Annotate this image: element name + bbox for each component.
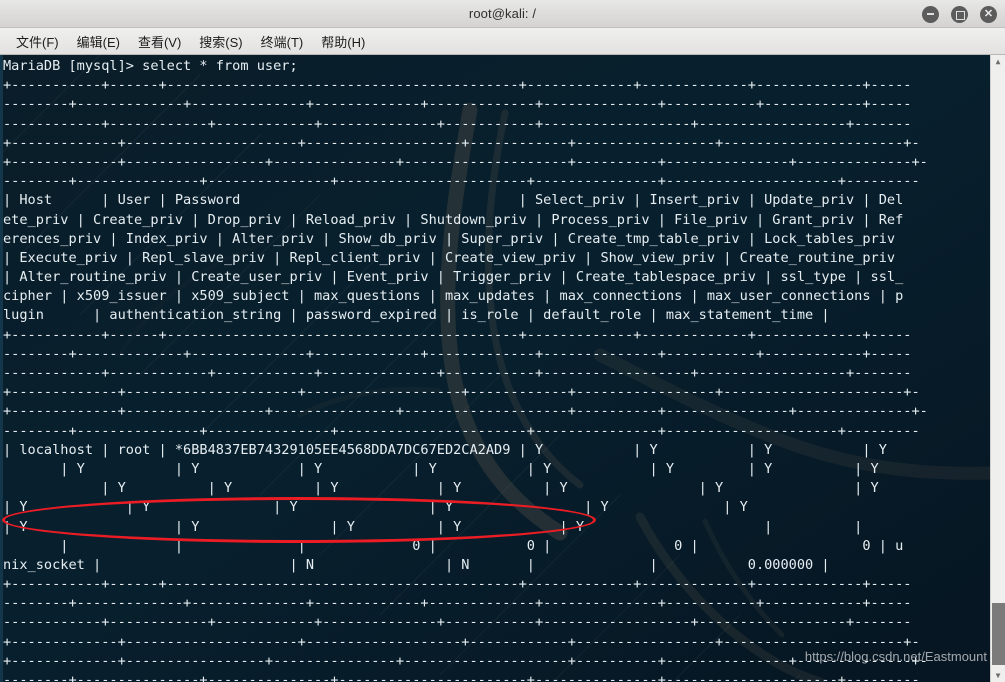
scroll-up-icon[interactable]: ▲ xyxy=(991,55,1005,68)
minimize-button[interactable] xyxy=(922,5,939,23)
terminal-line: ------------+------------+------------+-… xyxy=(3,614,912,631)
terminal-line: | localhost | root | *6BB4837EB74329105E… xyxy=(3,441,887,458)
terminal-line: ------------+------------+------------+-… xyxy=(3,115,912,132)
maximize-button[interactable] xyxy=(951,5,968,23)
terminal-line: --------+-------------+--------------+--… xyxy=(3,96,912,113)
terminal-line: | Y | Y | Y | Y | Y | Y | Y | Y xyxy=(3,460,879,477)
terminal-line: +-------------+---------------------+---… xyxy=(3,384,920,401)
menu-edit[interactable]: 编辑(E) xyxy=(68,29,129,54)
terminal-area[interactable]: MariaDB [mysql]> select * from user; +---… xyxy=(0,55,1005,682)
terminal-line: ete_priv | Create_priv | Drop_priv | Rel… xyxy=(3,211,904,228)
terminal-line: --------+-------------+--------------+--… xyxy=(3,345,912,362)
scrollbar-thumb[interactable] xyxy=(992,603,1005,665)
terminal-line: cipher | x509_issuer | x509_subject | ma… xyxy=(3,288,904,305)
close-icon: ✕ xyxy=(983,7,994,20)
scroll-down-icon[interactable]: ▼ xyxy=(991,669,1005,682)
menu-search[interactable]: 搜索(S) xyxy=(190,29,251,54)
menu-view[interactable]: 查看(V) xyxy=(129,29,190,54)
terminal-line: +-----------+------+--------------------… xyxy=(3,326,912,343)
window-controls: ✕ xyxy=(922,0,997,28)
menu-terminal[interactable]: 终端(T) xyxy=(252,29,313,54)
terminal-output[interactable]: MariaDB [mysql]> select * from user; +---… xyxy=(0,55,990,682)
menu-file[interactable]: 文件(F) xyxy=(7,29,68,54)
terminal-line: +-------------+-----------------+-------… xyxy=(3,403,928,420)
terminal-line: --------+---------------+---------------… xyxy=(3,173,920,190)
menubar: 文件(F) 编辑(E) 查看(V) 搜索(S) 终端(T) 帮助(H) xyxy=(0,28,1005,55)
terminal-line: +-------------+---------------------+---… xyxy=(3,134,920,151)
terminal-line: | Host | User | Password | Select_priv |… xyxy=(3,192,904,209)
terminal-line: --------+-------------+--------------+--… xyxy=(3,595,912,612)
terminal-scrollbar[interactable]: ▲ ▼ xyxy=(990,55,1005,682)
terminal-line: MariaDB [mysql]> select * from user; xyxy=(3,58,298,74)
window-title: root@kali: / xyxy=(468,6,537,21)
terminal-line: | Alter_routine_priv | Create_user_priv … xyxy=(3,269,904,286)
terminal-line: +-----------+------+--------------------… xyxy=(3,77,912,94)
terminal-line: | | | 0 | 0 | 0 | 0 | u xyxy=(3,537,904,554)
terminal-line: | Y | Y | Y | Y | Y | Y xyxy=(3,499,748,516)
terminal-line: +-------------+---------------------+---… xyxy=(3,633,920,650)
terminal-line: +-------------+-----------------+-------… xyxy=(3,652,928,669)
terminal-line: lugin | authentication_string | password… xyxy=(3,307,830,324)
terminal-line: --------+---------------+---------------… xyxy=(3,422,920,439)
titlebar: root@kali: / ✕ xyxy=(0,0,1005,28)
terminal-line: --------+---------------+---------------… xyxy=(3,672,920,682)
terminal-line: nix_socket | | N | N | | 0.000000 | xyxy=(3,556,830,573)
terminal-line: | Y | Y | Y | Y | Y | | xyxy=(3,518,863,535)
terminal-line: +-------------+-----------------+-------… xyxy=(3,153,928,170)
terminal-window: root@kali: / ✕ 文件(F) 编辑(E) 查看(V) 搜索(S) 终… xyxy=(0,0,1005,682)
terminal-left-edge xyxy=(0,55,3,682)
terminal-line: erences_priv | Index_priv | Alter_priv |… xyxy=(3,230,896,247)
menu-help[interactable]: 帮助(H) xyxy=(312,29,374,54)
terminal-line: ------------+------------+------------+-… xyxy=(3,365,912,381)
terminal-line: | Y | Y | Y | Y | Y | Y | Y xyxy=(3,480,879,497)
terminal-line: | Execute_priv | Repl_slave_priv | Repl_… xyxy=(3,249,896,266)
close-button[interactable]: ✕ xyxy=(980,5,997,23)
terminal-line: +-----------+------+--------------------… xyxy=(3,576,912,593)
